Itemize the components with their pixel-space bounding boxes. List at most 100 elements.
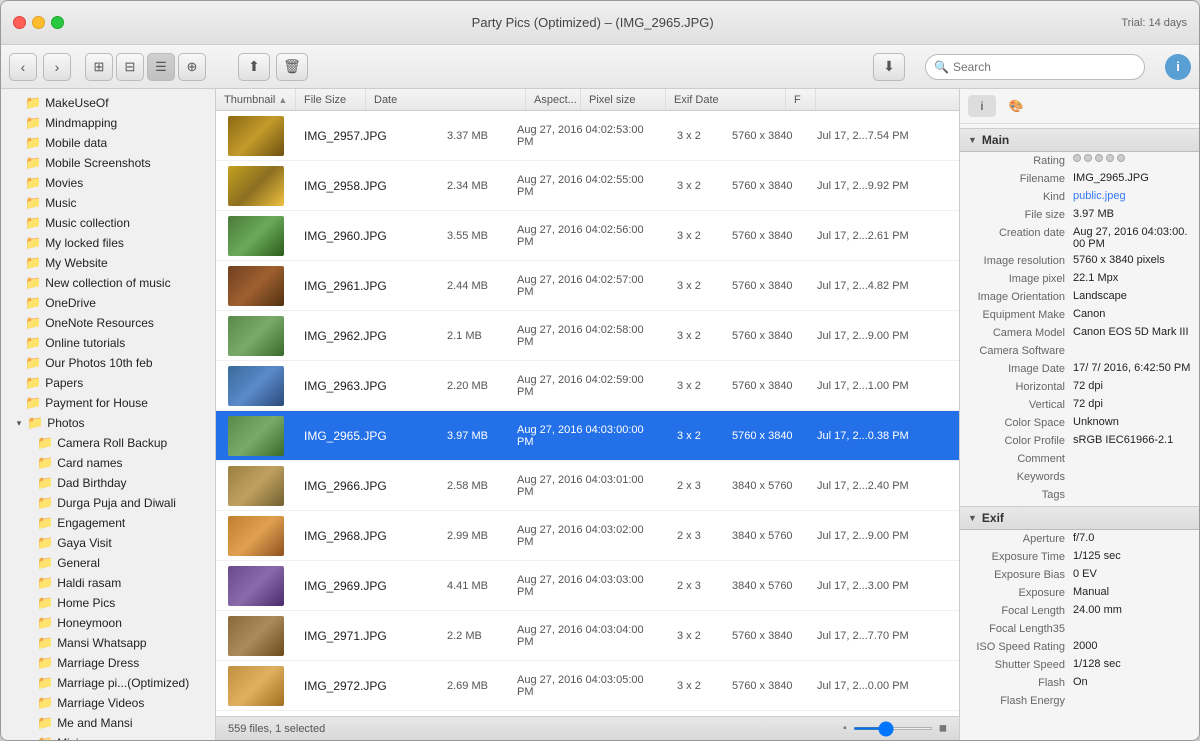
panel-section-main-header[interactable]: ▼ Main [960, 128, 1199, 152]
table-row[interactable]: IMG_2968.JPG2.99 MBAug 27, 2016 04:03:02… [216, 511, 959, 561]
col-header-thumbnail[interactable]: Thumbnail ▲ [216, 89, 296, 110]
rating-dot-2[interactable] [1084, 154, 1092, 162]
col-header-exif[interactable]: Exif Date [666, 89, 786, 110]
rating-dot-5[interactable] [1117, 154, 1125, 162]
panel-tab-info[interactable]: i [968, 95, 996, 117]
thumbnail-image [228, 466, 284, 506]
sidebar-item-my-website[interactable]: 📁My Website [1, 253, 215, 273]
flow-view-button[interactable]: ⊕ [178, 53, 206, 81]
folder-icon: 📁 [25, 115, 41, 131]
col-header-pixel[interactable]: Pixel size [581, 89, 666, 110]
back-button[interactable]: ‹ [9, 53, 37, 81]
panel-tab-color[interactable]: 🎨 [1002, 95, 1030, 117]
col-header-date[interactable]: Date [366, 89, 526, 110]
folder-icon: 📁 [37, 435, 53, 451]
list-view-button[interactable]: ☰ [147, 53, 175, 81]
rating-dot-4[interactable] [1106, 154, 1114, 162]
sidebar-item-label: MakeUseOf [45, 96, 108, 110]
sidebar-item-mobile-data[interactable]: 📁Mobile data [1, 133, 215, 153]
thumb-cell [216, 362, 296, 410]
exif-triangle: ▼ [968, 513, 977, 523]
grid-view-button[interactable]: ⊟ [116, 53, 144, 81]
sidebar-item-general[interactable]: 📁General [1, 553, 215, 573]
sidebar-item-music-collection[interactable]: 📁Music collection [1, 213, 215, 233]
sidebar-item-durga-puja[interactable]: 📁Durga Puja and Diwali [1, 493, 215, 513]
sidebar-item-card-names[interactable]: 📁Card names [1, 453, 215, 473]
flash-label: Flash [968, 676, 1073, 689]
table-row[interactable]: IMG_2966.JPG2.58 MBAug 27, 2016 04:03:01… [216, 461, 959, 511]
sidebar-item-makeuseof[interactable]: 📁MakeUseOf [1, 93, 215, 113]
minimize-button[interactable] [32, 16, 45, 29]
table-row[interactable]: IMG_2957.JPG3.37 MBAug 27, 2016 04:02:53… [216, 111, 959, 161]
share-button[interactable]: ⬆ [238, 53, 270, 81]
close-button[interactable] [13, 16, 26, 29]
folder-icon: 📁 [25, 155, 41, 171]
path-button[interactable]: ⬇ [873, 53, 905, 81]
sidebar-item-home-pics[interactable]: 📁Home Pics [1, 593, 215, 613]
zoom-range-input[interactable] [853, 727, 933, 730]
disclosure-photos[interactable]: ▾ [13, 417, 25, 429]
icon-view-button[interactable]: ⊞ [85, 53, 113, 81]
sidebar-item-mansi-whatsapp[interactable]: 📁Mansi Whatsapp [1, 633, 215, 653]
sidebar-item-dad-birthday[interactable]: 📁Dad Birthday [1, 473, 215, 493]
table-row[interactable]: IMG_2960.JPG3.55 MBAug 27, 2016 04:02:56… [216, 211, 959, 261]
sidebar-item-new-collection-of-music[interactable]: 📁New collection of music [1, 273, 215, 293]
folder-icon: 📁 [25, 255, 41, 271]
sidebar-item-mixing[interactable]: 📁Mixing [1, 733, 215, 740]
search-input[interactable] [953, 60, 1136, 74]
col-header-f[interactable]: F [786, 89, 816, 110]
sidebar-item-online-tutorials[interactable]: 📁Online tutorials [1, 333, 215, 353]
maximize-button[interactable] [51, 16, 64, 29]
table-row[interactable]: IMG_2962.JPG2.1 MBAug 27, 2016 04:02:58:… [216, 311, 959, 361]
sidebar-item-marriage-pics-optimized[interactable]: 📁Marriage pi...(Optimized) [1, 673, 215, 693]
forward-button[interactable]: › [43, 53, 71, 81]
sidebar-item-movies[interactable]: 📁 Movies [1, 173, 215, 193]
sidebar-item-honeymoon[interactable]: 📁Honeymoon [1, 613, 215, 633]
col-header-size[interactable]: File Size [296, 89, 366, 110]
table-row[interactable]: IMG_2971.JPG2.2 MBAug 27, 2016 04:03:04:… [216, 611, 959, 661]
sidebar-item-label: OneDrive [45, 296, 96, 310]
sidebar-item-marriage-videos[interactable]: 📁Marriage Videos [1, 693, 215, 713]
panel-row-comment: Comment [960, 450, 1199, 468]
sidebar-item-marriage-dress[interactable]: 📁Marriage Dress [1, 653, 215, 673]
sidebar-item-onedrive[interactable]: 📁OneDrive [1, 293, 215, 313]
file-name: IMG_2960.JPG [296, 229, 439, 243]
sidebar-item-onenote-resources[interactable]: 📁OneNote Resources [1, 313, 215, 333]
sidebar-item-camera-roll[interactable]: 📁 Camera Roll Backup [1, 433, 215, 453]
sidebar-item-haldi-rasam[interactable]: 📁Haldi rasam [1, 573, 215, 593]
sidebar-item-my-locked-files[interactable]: 📁My locked files [1, 233, 215, 253]
sidebar-item-music[interactable]: 📁Music [1, 193, 215, 213]
sidebar-item-mobile-screenshots[interactable]: 📁Mobile Screenshots [1, 153, 215, 173]
make-label: Equipment Make [968, 308, 1073, 321]
file-name: IMG_2961.JPG [296, 279, 439, 293]
sidebar-item-label: Camera Roll Backup [57, 436, 167, 450]
rating-dot-3[interactable] [1095, 154, 1103, 162]
panel-section-exif-header[interactable]: ▼ Exif [960, 506, 1199, 530]
rating-dot-1[interactable] [1073, 154, 1081, 162]
table-row[interactable]: IMG_2969.JPG4.41 MBAug 27, 2016 04:03:03… [216, 561, 959, 611]
col-header-aspect[interactable]: Aspect... [526, 89, 581, 110]
table-row[interactable]: IMG_2961.JPG2.44 MBAug 27, 2016 04:02:57… [216, 261, 959, 311]
sidebar-item-papers[interactable]: 📁Papers [1, 373, 215, 393]
sidebar-item-payment-for-house[interactable]: 📁Payment for House [1, 393, 215, 413]
sidebar-item-label: Our Photos 10th feb [45, 356, 152, 370]
sidebar-item-me-and-mansi[interactable]: 📁Me and Mansi [1, 713, 215, 733]
sidebar-item-photos[interactable]: ▾📁Photos [1, 413, 215, 433]
sidebar-item-label: Movies [45, 176, 83, 190]
sidebar-item-engagement[interactable]: 📁Engagement [1, 513, 215, 533]
sidebar-item-our-photos[interactable]: 📁Our Photos 10th feb [1, 353, 215, 373]
comment-label: Comment [968, 452, 1073, 465]
sidebar-item-gaya-visit[interactable]: 📁Gaya Visit [1, 533, 215, 553]
panel-row-focal: Focal Length 24.00 mm [960, 602, 1199, 620]
table-row[interactable]: IMG_2965.JPG3.97 MBAug 27, 2016 04:03:00… [216, 411, 959, 461]
rating-value[interactable] [1073, 154, 1191, 162]
folder-icon: 📁 [25, 175, 41, 191]
table-row[interactable]: IMG_2963.JPG2.20 MBAug 27, 2016 04:02:59… [216, 361, 959, 411]
sidebar-item-mindmapping[interactable]: 📁Mindmapping [1, 113, 215, 133]
table-row[interactable]: IMG_2972.JPG2.69 MBAug 27, 2016 04:03:05… [216, 661, 959, 711]
table-row[interactable]: IMG_2958.JPG2.34 MBAug 27, 2016 04:02:55… [216, 161, 959, 211]
imgpixel-label: Image pixel [968, 272, 1073, 285]
panel-row-model: Camera Model Canon EOS 5D Mark III [960, 324, 1199, 342]
info-button[interactable]: i [1165, 54, 1191, 80]
delete-button[interactable]: 🗑 [276, 53, 308, 81]
